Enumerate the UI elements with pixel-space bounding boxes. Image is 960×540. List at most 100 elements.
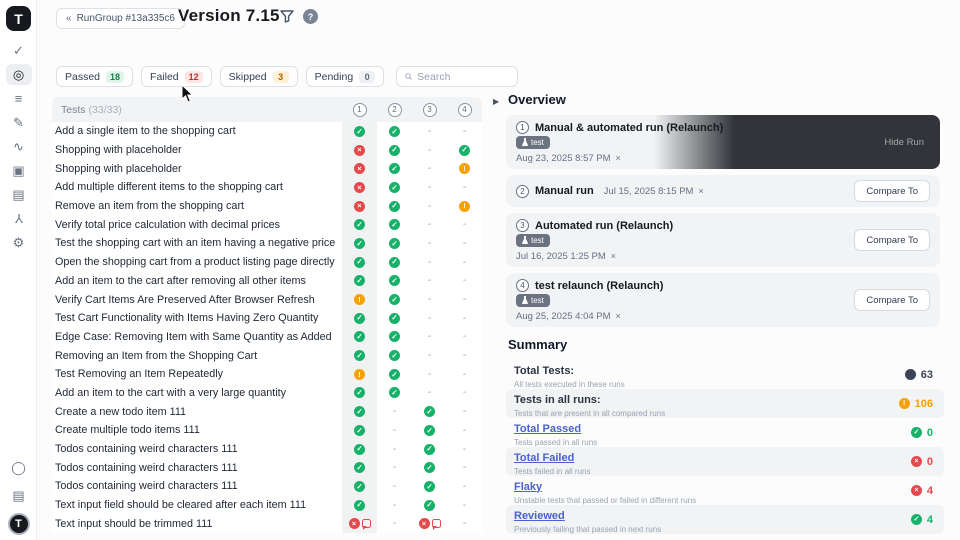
compare-to-button[interactable]: Compare To (854, 289, 930, 311)
table-row[interactable]: Shopping with placeholder×✓-! (52, 159, 482, 178)
status-cell-run-3: - (412, 309, 447, 328)
run-column-header-1[interactable]: 1 (342, 103, 377, 117)
summary-label[interactable]: Reviewed (514, 510, 565, 522)
run-column-header-2[interactable]: 2 (377, 103, 412, 117)
test-name: Text input field should be cleared after… (52, 499, 342, 511)
status-passed-icon: ✓ (424, 462, 435, 473)
summary-label[interactable]: Total Failed (514, 452, 574, 464)
status-passed-icon: ✓ (354, 462, 365, 473)
table-row[interactable]: Remove an item from the shopping cart×✓-… (52, 197, 482, 216)
filter-chip-passed[interactable]: Passed18 (56, 66, 133, 87)
compare-to-button[interactable]: Compare To (854, 229, 930, 251)
comment-flag-icon[interactable] (432, 519, 441, 528)
status-cell-run-3: ✓ (412, 477, 447, 496)
app-logo[interactable]: T (6, 6, 31, 31)
summary-rows: Total Tests:All tests executed in these … (506, 360, 950, 540)
table-row[interactable]: Removing an Item from the Shopping Cart ✓… (52, 346, 482, 365)
status-cell-run-1: × (342, 514, 377, 533)
remove-run-icon[interactable]: × (616, 311, 621, 321)
table-row[interactable]: Shopping with placeholder×✓-✓ (52, 141, 482, 160)
tests-count: (33/33) (89, 104, 122, 116)
remove-run-icon[interactable]: × (698, 186, 703, 196)
summary-label[interactable]: Total Passed (514, 423, 581, 435)
status-passed-icon: ✓ (424, 500, 435, 511)
run-card[interactable]: 4test relaunch (Relaunch)testAug 25, 202… (506, 273, 940, 327)
status-passed-icon: ✓ (389, 145, 400, 156)
summary-label[interactable]: Flaky (514, 481, 542, 493)
status-cell-run-3: ✓ (412, 421, 447, 440)
status-passed-icon: ✓ (389, 350, 400, 361)
summary-orange-dot-icon: ! (899, 398, 910, 409)
summary-row-text: Tests in all runs:Tests that are present… (514, 390, 665, 418)
help-icon[interactable]: ? (303, 9, 318, 24)
filter-chip-skipped[interactable]: Skipped3 (220, 66, 298, 87)
flask-icon (522, 138, 528, 148)
back-to-rungroup-button[interactable]: « RunGroup #13a335c6 (56, 8, 185, 29)
search-input[interactable] (417, 71, 509, 83)
status-circle-icon[interactable]: ◯ (6, 457, 32, 478)
table-row[interactable]: Create a new todo item 111✓-✓- (52, 402, 482, 421)
filter-funnel-icon[interactable] (279, 10, 295, 26)
table-row[interactable]: Text input field should be cleared after… (52, 496, 482, 515)
table-row[interactable]: Add a single item to the shopping cart✓✓… (52, 122, 482, 141)
status-cell-run-2: ✓ (377, 309, 412, 328)
status-passed-icon: ✓ (354, 481, 365, 492)
collapse-panel-icon[interactable]: ▶ (493, 97, 499, 106)
status-cell-run-1: ✓ (342, 309, 377, 328)
run-card[interactable]: 1Manual & automated run (Relaunch)testAu… (506, 115, 940, 169)
page-title: Version 7.15 (178, 6, 280, 26)
table-row[interactable]: Todos containing weird characters 111✓-✓… (52, 440, 482, 459)
user-avatar[interactable]: T (8, 513, 30, 535)
branch-icon[interactable]: Y (6, 208, 32, 229)
compare-to-button[interactable]: Compare To (854, 180, 930, 202)
table-row[interactable]: Text input should be trimmed 111×-×- (52, 514, 482, 533)
filter-chip-pending[interactable]: Pending0 (306, 66, 385, 87)
analytics-icon[interactable]: ∿ (6, 136, 32, 157)
table-row[interactable]: Test Removing an Item Repeatedly!✓-- (52, 365, 482, 384)
compose-icon[interactable]: ✎ (6, 112, 32, 133)
test-list-icon[interactable]: ≡ (6, 88, 32, 109)
run-number-icon: 4 (458, 103, 472, 117)
status-passed-icon: ✓ (424, 444, 435, 455)
run-column-header-4[interactable]: 4 (447, 103, 482, 117)
status-cell-run-4: - (447, 328, 482, 347)
summary-row-text: Total Tests:All tests executed in these … (514, 361, 625, 389)
status-cell-run-2: - (377, 496, 412, 515)
table-row[interactable]: Todos containing weird characters 111✓-✓… (52, 458, 482, 477)
summary-description: All tests executed in these runs (514, 380, 625, 389)
table-row[interactable]: Todos containing weird characters 111✓-✓… (52, 477, 482, 496)
table-row[interactable]: Verify Cart Items Are Preserved After Br… (52, 290, 482, 309)
run-card[interactable]: 3Automated run (Relaunch)testJul 16, 202… (506, 213, 940, 267)
hide-run-label[interactable]: Hide Run (884, 137, 924, 148)
tests-table: Tests (33/33) 1234 Add a single item to … (52, 97, 482, 533)
settings-icon[interactable]: ⚙ (6, 232, 32, 253)
run-card[interactable]: 2Manual runJul 15, 2025 8:15 PM×Compare … (506, 175, 940, 207)
table-row[interactable]: Verify total price calculation with deci… (52, 215, 482, 234)
library-icon[interactable]: ▤ (6, 485, 32, 506)
summary-row: Tests in all runs:Tests that are present… (506, 389, 944, 418)
remove-run-icon[interactable]: × (616, 153, 621, 163)
table-row[interactable]: Test Cart Functionality with Items Havin… (52, 309, 482, 328)
filter-chip-label: Skipped (229, 71, 267, 83)
comment-flag-icon[interactable] (362, 519, 371, 528)
status-cell-run-3: - (412, 346, 447, 365)
table-row[interactable]: Create multiple todo items 111✓-✓- (52, 421, 482, 440)
status-passed-icon: ✓ (354, 257, 365, 268)
remove-run-icon[interactable]: × (611, 251, 616, 261)
table-row[interactable]: Add multiple different items to the shop… (52, 178, 482, 197)
docs-icon[interactable]: ▤ (6, 184, 32, 205)
status-passed-icon: ✓ (389, 387, 400, 398)
test-name: Removing an Item from the Shopping Cart (52, 350, 342, 362)
package-icon[interactable]: ▣ (6, 160, 32, 181)
table-row[interactable]: Edge Case: Removing Item with Same Quant… (52, 328, 482, 347)
run-column-header-3[interactable]: 3 (412, 103, 447, 117)
summary-row: Total FailedTests failed in all runs×0 (506, 447, 944, 476)
filter-chip-failed[interactable]: Failed12 (141, 66, 212, 87)
table-row[interactable]: Test the shopping cart with an item havi… (52, 234, 482, 253)
checks-icon[interactable]: ✓ (6, 40, 32, 61)
flask-icon (522, 236, 528, 246)
table-row[interactable]: Open the shopping cart from a product li… (52, 253, 482, 272)
runs-icon[interactable]: ◎ (6, 64, 32, 85)
table-row[interactable]: Add an item to the cart with a very larg… (52, 384, 482, 403)
table-row[interactable]: Add an item to the cart after removing a… (52, 272, 482, 291)
